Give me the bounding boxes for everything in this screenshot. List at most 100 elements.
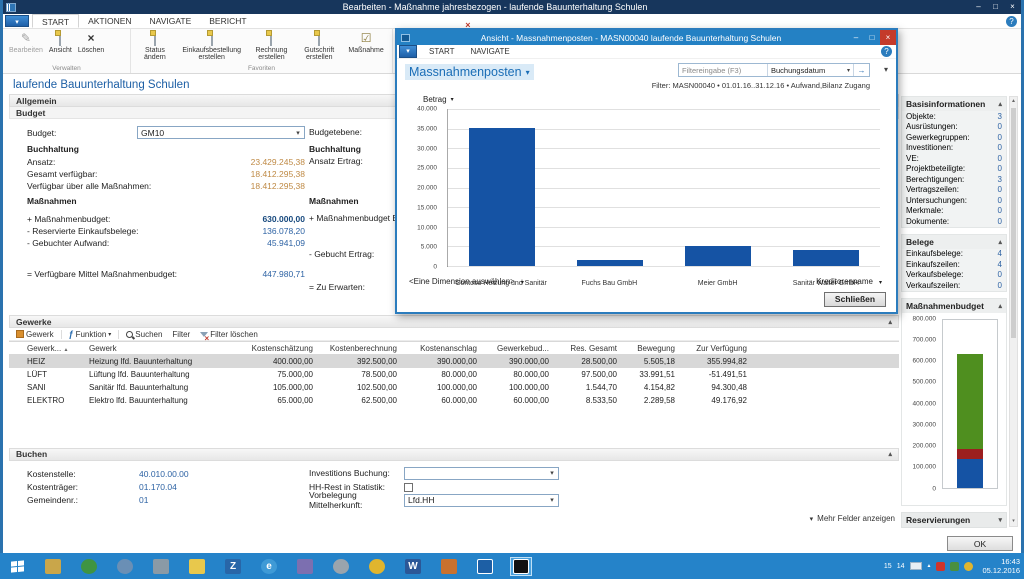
loeschen-button[interactable]: × Löschen xyxy=(75,30,107,55)
massnahmenbudget-header[interactable]: Maßnahmenbudget ▴ xyxy=(902,299,1006,313)
popup-tab-navigate[interactable]: NAVIGATE xyxy=(462,47,517,56)
restore-icon[interactable]: □ xyxy=(864,30,880,45)
filter-input[interactable]: Filtereingabe (F3) xyxy=(679,64,767,76)
tab-aktionen[interactable]: AKTIONEN xyxy=(79,14,140,28)
col-gewerkebudget[interactable]: Gewerkebud... xyxy=(481,342,553,355)
bar-0[interactable] xyxy=(469,128,536,266)
minimize-icon[interactable]: – xyxy=(848,30,864,45)
kostentraeger-value[interactable]: 01.170.04 xyxy=(139,482,177,492)
table-row[interactable]: LÜFTLüftung lfd. Bauunterhaltung 75.000,… xyxy=(9,368,899,381)
filter-button[interactable]: Filter xyxy=(169,330,193,339)
budget-combobox[interactable]: GM10 ▾ xyxy=(137,126,305,139)
nav-client-icon[interactable] xyxy=(474,557,496,576)
app-icon-orange[interactable] xyxy=(438,557,460,576)
status-aendern-button[interactable]: Status ändern xyxy=(134,30,176,63)
factbox-scrollbar[interactable]: ▲ ▾ xyxy=(1009,96,1018,527)
funktion-button[interactable]: ƒFunktion▾ xyxy=(66,329,115,339)
section-buchen[interactable]: Buchen ▴ xyxy=(9,448,899,461)
stacked-segment-2[interactable] xyxy=(957,354,983,449)
popup-tab-start[interactable]: START xyxy=(421,47,462,56)
ansatz-value[interactable]: 23.429.245,38 xyxy=(251,157,305,167)
application-menu-button[interactable]: ▾ xyxy=(399,45,417,58)
tray-app-icon[interactable] xyxy=(936,562,945,571)
belege-header[interactable]: Belege ▴ xyxy=(902,235,1006,249)
tab-navigate[interactable]: NAVIGATE xyxy=(141,14,201,28)
scroll-up-icon[interactable]: ▲ xyxy=(1010,97,1017,106)
col-bewegung[interactable]: Bewegung xyxy=(621,342,679,355)
col-kostenanschlag[interactable]: Kostenanschlag xyxy=(401,342,481,355)
apply-filter-icon[interactable]: → xyxy=(853,64,869,76)
gesamt-verfuegbar-value[interactable]: 18.412.295,38 xyxy=(251,169,305,179)
mehr-felder-link[interactable]: ▾ Mehr Felder anzeigen xyxy=(810,514,895,523)
reservierte-einkaufsbelege-value[interactable]: 136.078,20 xyxy=(262,226,305,236)
stacked-segment-0[interactable] xyxy=(957,459,983,488)
tab-bericht[interactable]: BERICHT xyxy=(200,14,255,28)
hh-rest-checkbox[interactable] xyxy=(404,483,413,492)
gewerk-button[interactable]: Gewerk xyxy=(13,330,57,339)
tools-icon[interactable] xyxy=(150,557,172,576)
col-gewerkcode[interactable]: Gewerk... ▲ xyxy=(23,342,85,355)
ok-button[interactable]: OK xyxy=(947,536,1013,551)
col-zur-verfuegung[interactable]: Zur Verfügung xyxy=(679,342,751,355)
suchen-button[interactable]: Suchen xyxy=(123,330,165,339)
bearbeiten-button[interactable]: ✎ Bearbeiten xyxy=(6,30,46,55)
filter-loeschen-toolbar-button[interactable]: Filter löschen xyxy=(197,330,261,339)
bar-1[interactable] xyxy=(577,260,644,266)
reservierungen-header[interactable]: Reservierungen ▾ xyxy=(901,512,1007,528)
close-icon[interactable]: × xyxy=(1004,0,1021,14)
popup-page-title[interactable]: Massnahmenposten ▾ xyxy=(405,64,534,80)
keyboard-icon[interactable] xyxy=(910,562,922,570)
chart-yaxis-label[interactable]: Betrag ▾ xyxy=(423,95,454,104)
section-gewerke[interactable]: Gewerke ▴ xyxy=(9,315,899,328)
tray-app-icon[interactable] xyxy=(964,562,973,571)
file-explorer-icon[interactable] xyxy=(42,557,64,576)
taskbar-clock[interactable]: 16:43 05.12.2016 xyxy=(982,557,1020,575)
einkaufsbestellung-erstellen-button[interactable]: Einkaufsbestellung erstellen xyxy=(176,30,248,63)
schliessen-button[interactable]: Schließen xyxy=(824,292,886,307)
help-icon[interactable]: ? xyxy=(881,46,892,57)
start-button[interactable] xyxy=(0,553,34,579)
bar-3[interactable] xyxy=(793,250,860,266)
stacked-segment-1[interactable] xyxy=(957,449,983,459)
scrollbar-thumb[interactable] xyxy=(1011,108,1016,338)
vorbelegung-select[interactable]: Lfd.HH▾ xyxy=(404,494,559,507)
table-row[interactable]: ELEKTROElektro lfd. Bauunterhaltung 65.0… xyxy=(9,394,899,407)
rechnung-erstellen-button[interactable]: Rechnung erstellen xyxy=(248,30,296,63)
internet-explorer-icon[interactable]: e xyxy=(258,557,280,576)
col-res-gesamt[interactable]: Res. Gesamt xyxy=(553,342,621,355)
application-menu-button[interactable]: ▾ xyxy=(5,15,29,27)
minimize-icon[interactable]: – xyxy=(970,0,987,14)
table-row[interactable]: HEIZHeizung lfd. Bauunterhaltung 400.000… xyxy=(9,355,899,368)
investitions-buchung-select[interactable]: ▾ xyxy=(404,467,559,480)
col-kostenberechnung[interactable]: Kostenberechnung xyxy=(317,342,401,355)
word-icon[interactable]: W xyxy=(402,557,424,576)
gutschrift-erstellen-button[interactable]: Gutschrift erstellen xyxy=(295,30,343,63)
gebuchter-aufwand-value[interactable]: 45.941,09 xyxy=(267,238,305,248)
collapse-filter-pane-icon[interactable]: ▾ xyxy=(884,65,888,74)
table-row[interactable]: SANISanitär lfd. Bauunterhaltung 105.000… xyxy=(9,381,899,394)
col-gewerk[interactable]: Gewerk xyxy=(85,342,235,355)
col-kostenschaetzung[interactable]: Kostenschätzung xyxy=(235,342,317,355)
folder-icon[interactable] xyxy=(186,557,208,576)
search-tool-icon[interactable] xyxy=(114,557,136,576)
app-icon-green[interactable] xyxy=(78,557,100,576)
dimension-selector[interactable]: <Eine Dimension auswählen>▾ xyxy=(409,277,524,286)
tab-start[interactable]: START xyxy=(32,14,79,28)
help-icon[interactable]: ? xyxy=(1006,16,1017,27)
settings-gears-icon[interactable] xyxy=(330,557,352,576)
remote-desktop-icon[interactable] xyxy=(294,557,316,576)
bar-2[interactable] xyxy=(685,246,752,266)
massnahme-button[interactable]: ☑ Maßnahme xyxy=(343,30,389,55)
ansicht-button[interactable]: Ansicht xyxy=(46,30,75,55)
show-hidden-icons-chevron[interactable]: ▲ xyxy=(927,563,932,569)
series-by-selector[interactable]: Kreditorenname▾ xyxy=(816,277,882,286)
close-icon[interactable]: × xyxy=(880,30,896,45)
basisinformationen-header[interactable]: Basisinformationen ▴ xyxy=(902,97,1006,111)
clock-app-icon[interactable] xyxy=(366,557,388,576)
kostenstelle-value[interactable]: 40.010.00.00 xyxy=(139,469,189,479)
restore-icon[interactable]: □ xyxy=(987,0,1004,14)
nav-client-active-icon[interactable] xyxy=(510,557,532,576)
gemeindenr-value[interactable]: 01 xyxy=(139,495,148,505)
massnahmenbudget-value[interactable]: 630.000,00 xyxy=(262,214,305,224)
verfuegbare-mittel-value[interactable]: 447.980,71 xyxy=(262,269,305,279)
